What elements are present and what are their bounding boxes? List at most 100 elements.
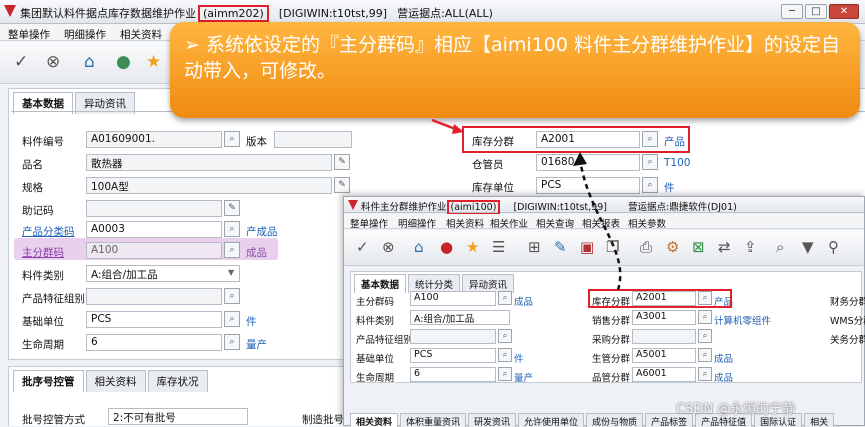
stock-group-field[interactable]: A2001	[536, 131, 640, 148]
menu-item[interactable]: 整单操作	[8, 27, 50, 42]
stock-group-desc: 产品	[664, 136, 685, 148]
sub-item-type-select[interactable]: A:组合/加工品	[410, 310, 510, 325]
chevron-down-icon[interactable]: ▼	[228, 268, 234, 277]
minimize-button[interactable]: ─	[781, 4, 803, 19]
callout-text: ➢ 系统依设定的『主分群码』相应【aimi100 料件主分群维护作业】的设定自动…	[184, 34, 840, 82]
add-icon[interactable]: ⊞	[528, 238, 541, 256]
main-group-desc: 成品	[246, 247, 267, 259]
confirm-icon[interactable]: ✓	[356, 238, 369, 256]
search-icon[interactable]: ⌕	[224, 242, 240, 258]
stock-group-label: 库存分群	[472, 136, 514, 148]
spec-field[interactable]: 100A型	[86, 177, 332, 194]
search-icon[interactable]: ⌕	[224, 131, 240, 147]
edit-icon[interactable]: ✎	[334, 154, 350, 170]
cancel-icon[interactable]: ⊗	[382, 238, 395, 256]
feature-group-field[interactable]	[86, 288, 222, 305]
sub-tab-more[interactable]: 相关	[804, 413, 835, 427]
base-unit-desc: 件	[246, 316, 257, 328]
sub-menu-item[interactable]: 明细操作	[398, 216, 436, 230]
search-icon[interactable]: ⌕	[224, 334, 240, 350]
item-type-select[interactable]: A:组合/加工品	[86, 265, 240, 282]
base-unit-field[interactable]: PCS	[86, 311, 222, 328]
menu-item[interactable]: 相关资料	[120, 27, 162, 42]
sub-base-unit-field[interactable]: PCS	[410, 348, 496, 363]
attachment-icon[interactable]: ⚙	[666, 238, 679, 256]
category-field[interactable]: A0003	[86, 221, 222, 238]
sub-menu-item[interactable]: 整单操作	[350, 216, 388, 230]
export-icon[interactable]: ⇪	[744, 238, 757, 256]
sub-tab-volume[interactable]: 体积重量资讯	[400, 413, 467, 427]
category-label[interactable]: 产品分类码	[22, 224, 75, 239]
lifecycle-label: 生命周期	[22, 339, 64, 351]
search-icon[interactable]: ⌕	[698, 310, 712, 324]
search-icon[interactable]: ⌕	[698, 367, 712, 381]
search-icon[interactable]: ⌕	[642, 131, 658, 147]
sub-production-group-desc: 成品	[714, 354, 734, 365]
confirm-icon[interactable]: ✓	[14, 52, 28, 72]
home-icon[interactable]: ⌂	[84, 52, 95, 72]
edit-icon[interactable]: ✎	[224, 200, 240, 216]
list-icon[interactable]: ☰	[492, 238, 505, 256]
sub-production-group-field[interactable]: A5001	[632, 348, 696, 363]
sub-quality-group-desc: 成品	[714, 373, 734, 384]
menu-item[interactable]: 明细操作	[64, 27, 106, 42]
item-no-field[interactable]: A01609001.	[86, 131, 222, 148]
search-icon[interactable]: ⌕	[776, 238, 784, 256]
sub-tab-rnd[interactable]: 研发资讯	[468, 413, 517, 427]
sub-quality-group-field[interactable]: A6001	[632, 367, 696, 382]
sub-purchase-group-field[interactable]	[632, 329, 696, 344]
search-icon[interactable]: ⌕	[498, 367, 512, 381]
import-icon[interactable]: ⇄	[718, 238, 731, 256]
tab-stock-status[interactable]: 库存状况	[147, 370, 208, 392]
star-icon[interactable]: ★	[466, 238, 479, 256]
filter-icon[interactable]: ▼	[802, 238, 814, 256]
search-icon[interactable]: ⌕	[224, 288, 240, 304]
sub-main-group-field[interactable]: A100	[410, 291, 496, 306]
version-field[interactable]	[274, 131, 352, 148]
lifecycle-field[interactable]: 6	[86, 334, 222, 351]
sub-wms-group-label: WMS分群	[830, 316, 865, 327]
search-icon[interactable]: ⌕	[498, 291, 512, 305]
mnemonic-field[interactable]	[86, 200, 222, 217]
query-icon[interactable]: ⚲	[828, 238, 839, 256]
sub-tab-units[interactable]: 允许使用单位	[518, 413, 585, 427]
search-icon[interactable]: ⌕	[698, 329, 712, 343]
name-field[interactable]: 散热器	[86, 154, 332, 171]
close-button[interactable]: ✕	[829, 4, 859, 19]
sub-lifecycle-field[interactable]: 6	[410, 367, 496, 382]
edit-icon[interactable]: ✎	[334, 177, 350, 193]
sub-feature-group-field[interactable]	[410, 329, 496, 344]
sub-menu-item[interactable]: 相关作业	[490, 216, 528, 230]
print-icon[interactable]: ⎙	[640, 238, 652, 256]
sub-base-unit-label: 基础单位	[356, 354, 395, 365]
tab-lot-control[interactable]: 批序号控管	[13, 370, 84, 392]
sub-tab-related[interactable]: 相关资料	[350, 413, 399, 427]
sub-menu-item[interactable]: 相关资料	[446, 216, 484, 230]
annotation-callout: ➢ 系统依设定的『主分群码』相应【aimi100 料件主分群维护作业】的设定自动…	[170, 22, 860, 118]
sub-tab-basic-data[interactable]: 基本数据	[354, 274, 407, 293]
sub-sales-group-field[interactable]: A3001	[632, 310, 696, 325]
star-icon[interactable]: ★	[146, 52, 161, 72]
sub-customs-group-label: 关务分群	[830, 335, 865, 346]
lot-control-select[interactable]: 2:不可有批号	[108, 408, 248, 425]
cancel-icon[interactable]: ⊗	[46, 52, 60, 72]
main-group-label[interactable]: 主分群码	[22, 245, 64, 260]
search-icon[interactable]: ⌕	[498, 329, 512, 343]
main-group-field[interactable]: A100	[86, 242, 222, 259]
search-icon[interactable]: ⌕	[698, 348, 712, 362]
search-icon[interactable]: ⌕	[224, 221, 240, 237]
item-no-label: 料件编号	[22, 136, 64, 148]
search-icon[interactable]: ⌕	[642, 154, 658, 170]
maximize-button[interactable]: □	[805, 4, 827, 19]
excel-icon[interactable]: ⊠	[692, 238, 705, 256]
tab-related-data[interactable]: 相关资料	[85, 370, 146, 392]
search-icon[interactable]: ⌕	[642, 177, 658, 193]
location-icon[interactable]: ●	[440, 238, 453, 256]
location-icon[interactable]: ●	[116, 52, 131, 72]
home-icon[interactable]: ⌂	[414, 238, 424, 256]
search-icon[interactable]: ⌕	[224, 311, 240, 327]
stock-unit-label: 库存单位	[472, 182, 514, 194]
mfg-lot-label: 制造批号	[302, 414, 344, 426]
search-icon[interactable]: ⌕	[498, 348, 512, 362]
sub-tab-substances[interactable]: 成份与物质	[586, 413, 644, 427]
